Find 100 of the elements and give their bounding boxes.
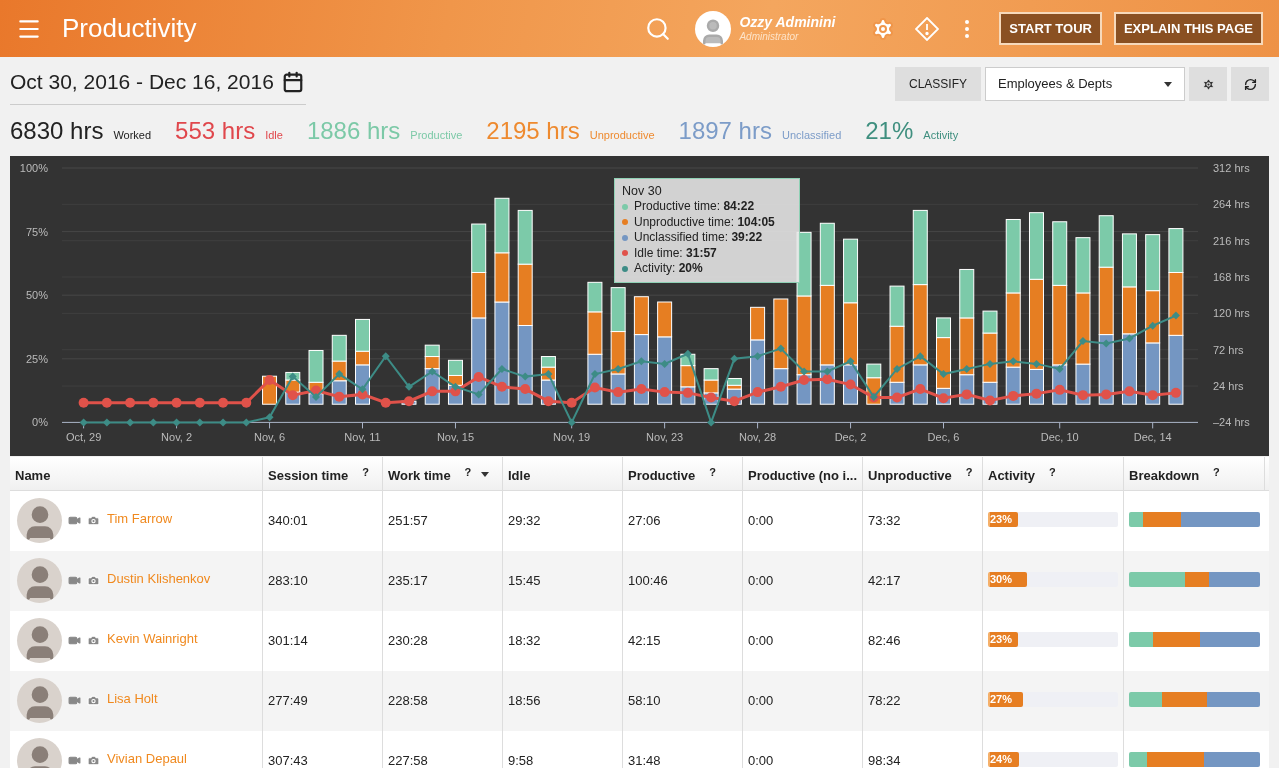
stat-value: 553 hrs xyxy=(175,115,256,146)
point xyxy=(1101,388,1112,399)
table-cell-text: 227:58 xyxy=(388,751,428,768)
point xyxy=(636,383,647,394)
point xyxy=(1148,321,1157,330)
point xyxy=(521,372,530,381)
table-cell-text: 0:00 xyxy=(748,751,774,768)
axis-label: 25% xyxy=(25,352,48,365)
bar-segment xyxy=(517,263,533,326)
table-cell-text: 235:17 xyxy=(388,571,428,590)
header-button[interactable]: START TOUR xyxy=(999,12,1102,45)
camera-icon xyxy=(87,514,100,527)
bar-segment xyxy=(424,344,440,357)
table-cell-text: 42:15 xyxy=(628,631,661,650)
table-cell-text: 82:46 xyxy=(868,631,901,650)
point xyxy=(1008,390,1019,401)
axis-label: 100% xyxy=(19,161,48,174)
warning-icon[interactable] xyxy=(915,16,940,41)
point xyxy=(589,382,600,393)
axis-label: –24 hrs xyxy=(1213,415,1250,428)
date-range-picker[interactable]: Oct 30, 2016 - Dec 16, 2016 xyxy=(10,66,306,105)
point xyxy=(543,395,554,406)
group-select[interactable]: Employees & Depts xyxy=(985,67,1185,101)
point xyxy=(1102,339,1111,348)
point xyxy=(1031,388,1042,399)
refresh-button[interactable] xyxy=(1231,67,1269,101)
bar-segment xyxy=(819,222,835,286)
table-cell-text: 0:00 xyxy=(748,631,774,650)
user-role: Administrator xyxy=(739,31,800,44)
point xyxy=(451,382,460,391)
column-header[interactable]: Activity ? xyxy=(983,456,1124,490)
point xyxy=(218,397,229,408)
page-title: Productivity xyxy=(62,12,197,45)
video-camera-icon xyxy=(68,514,81,527)
settings-icon[interactable] xyxy=(871,16,896,41)
tooltip-text: Unclassified time: 39:22 xyxy=(634,230,763,246)
point xyxy=(1125,333,1134,342)
bar-segment xyxy=(610,286,626,332)
point xyxy=(264,374,275,385)
point xyxy=(567,417,576,426)
table-cell-text: 301:14 xyxy=(268,631,308,650)
point xyxy=(125,397,136,408)
point xyxy=(939,369,948,378)
classify-button[interactable]: CLASSIFY xyxy=(894,67,981,101)
avatar xyxy=(17,498,62,543)
avatar xyxy=(17,618,62,663)
column-header[interactable]: Idle xyxy=(503,456,623,490)
point xyxy=(1124,385,1135,396)
bar-segment xyxy=(517,209,533,265)
point xyxy=(1171,311,1180,320)
tooltip-text: Productive time: 84:22 xyxy=(634,199,755,215)
column-header[interactable]: Breakdown ? xyxy=(1124,456,1265,490)
camera-icon xyxy=(87,634,100,647)
point xyxy=(358,384,367,393)
settings-button[interactable] xyxy=(1189,67,1227,101)
point xyxy=(590,369,599,378)
video-camera-icon xyxy=(68,694,81,707)
point xyxy=(846,356,855,365)
point xyxy=(265,412,274,421)
point xyxy=(172,417,181,426)
axis-label: Dec, 14 xyxy=(1133,430,1172,443)
tooltip-text: Idle time: 31:57 xyxy=(634,245,717,261)
point xyxy=(79,417,88,426)
bar-segment xyxy=(1121,232,1137,287)
column-header[interactable]: Work time ? xyxy=(383,456,503,490)
point xyxy=(380,397,391,408)
column-header[interactable]: Unproductive ? xyxy=(863,456,983,490)
bar-segment xyxy=(889,285,905,327)
table-cell-text: 0:00 xyxy=(748,691,774,710)
column-header[interactable]: Productive (no i... xyxy=(743,456,863,490)
table-cell-text: 307:43 xyxy=(268,751,308,768)
column-header[interactable]: Session time ? xyxy=(263,456,383,490)
tooltip-title: Nov 30 xyxy=(622,183,663,199)
point xyxy=(1170,387,1181,398)
axis-label: Dec, 2 xyxy=(834,430,867,443)
table-cell-text: 0:00 xyxy=(748,511,774,530)
bar-segment xyxy=(540,355,556,368)
axis-label: Nov, 6 xyxy=(254,430,286,443)
point xyxy=(194,397,205,408)
refresh-icon xyxy=(1243,77,1257,91)
avatar xyxy=(17,558,62,603)
column-header[interactable]: Name xyxy=(10,456,263,490)
point xyxy=(752,386,763,397)
point xyxy=(473,371,484,382)
axis-label: Nov, 28 xyxy=(739,430,777,443)
search-icon[interactable] xyxy=(645,15,672,42)
point xyxy=(496,381,507,392)
stat-label: Unproductive xyxy=(589,127,655,143)
table-cell-text: 18:56 xyxy=(508,691,541,710)
video-camera-icon xyxy=(68,574,81,587)
stat-label: Worked xyxy=(113,127,152,143)
table-cell-text: 98:34 xyxy=(868,751,901,768)
point xyxy=(1147,389,1158,400)
header-button[interactable]: EXPLAIN THIS PAGE xyxy=(1113,12,1263,45)
point xyxy=(707,417,716,426)
point xyxy=(149,417,158,426)
column-header[interactable]: Productive ? xyxy=(623,456,743,490)
bar-segment xyxy=(494,197,510,253)
point xyxy=(101,397,112,408)
table-cell-text: 100:46 xyxy=(628,571,668,590)
